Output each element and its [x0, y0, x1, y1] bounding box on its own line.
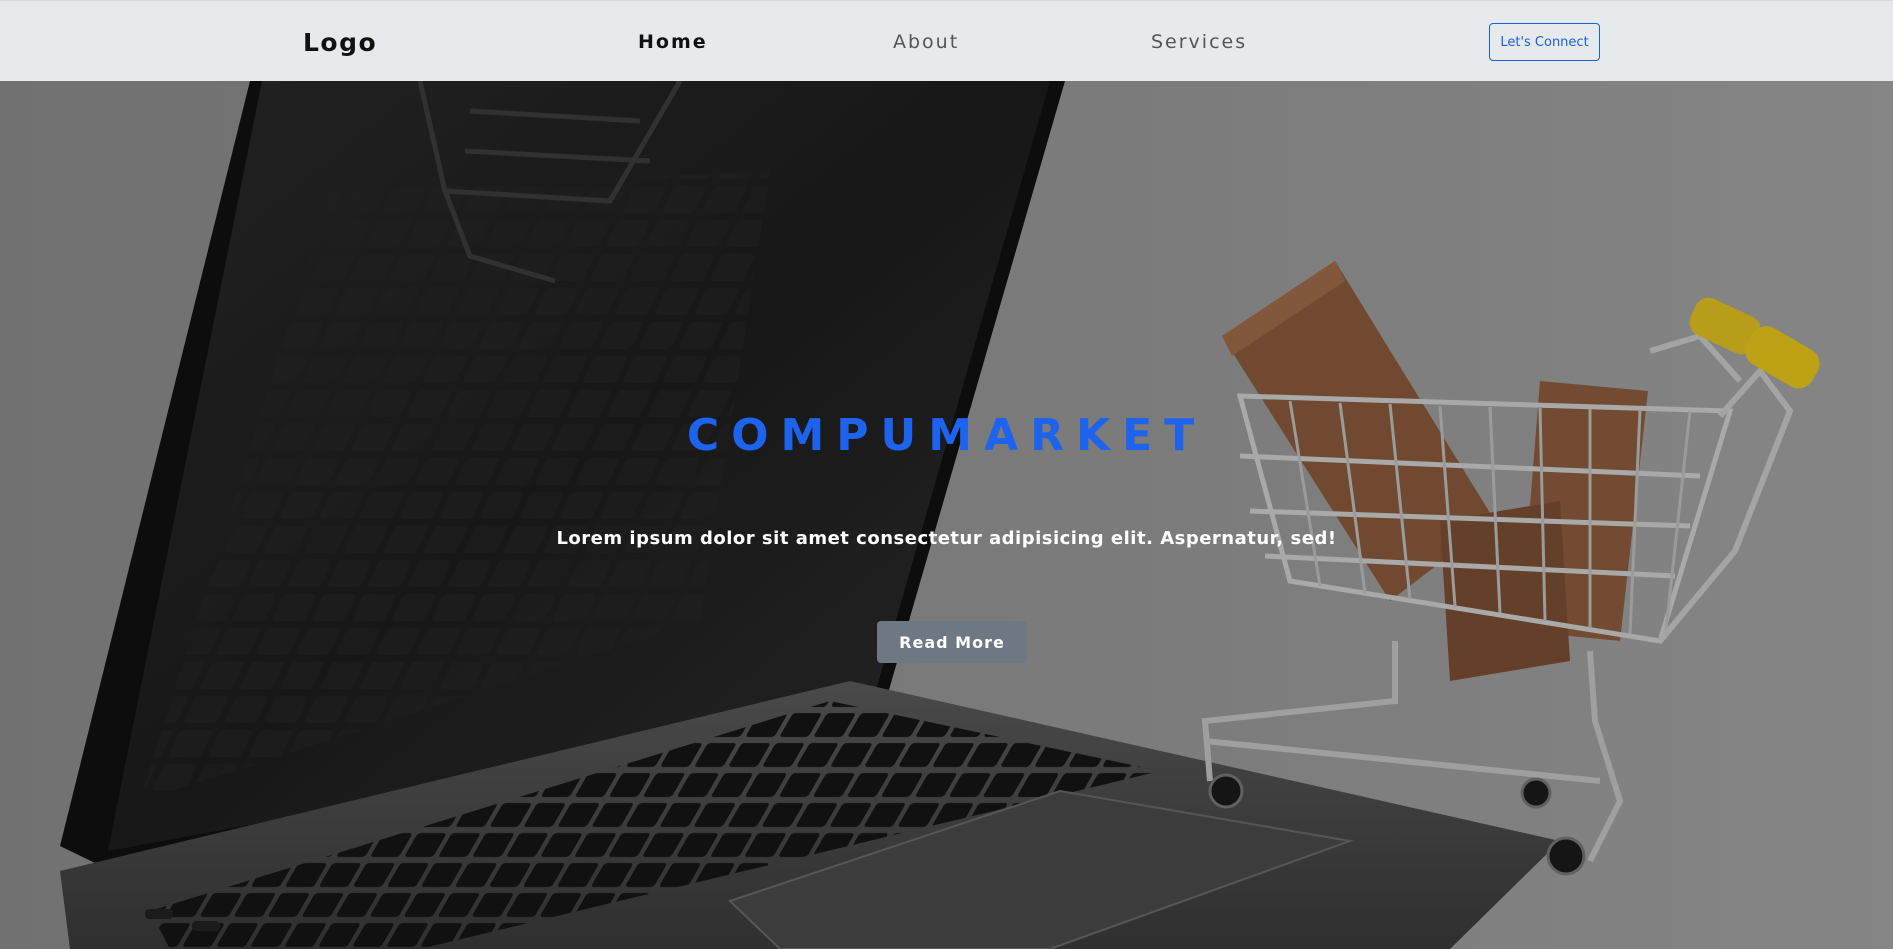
- logo[interactable]: Logo: [303, 28, 377, 57]
- hero-background-image: [0, 81, 1893, 949]
- lets-connect-button[interactable]: Let's Connect: [1489, 23, 1600, 61]
- hero-title: COMPUMARKET: [686, 410, 1207, 462]
- hero-section: COMPUMARKET Lorem ipsum dolor sit amet c…: [0, 81, 1893, 949]
- hero-subtitle: Lorem ipsum dolor sit amet consectetur a…: [556, 528, 1337, 549]
- nav-link-about[interactable]: About: [893, 31, 959, 53]
- read-more-button[interactable]: Read More: [877, 621, 1027, 663]
- nav-link-services[interactable]: Services: [1151, 31, 1247, 53]
- navbar: Logo Home About Services Let's Connect: [0, 0, 1893, 81]
- nav-link-home[interactable]: Home: [638, 31, 708, 53]
